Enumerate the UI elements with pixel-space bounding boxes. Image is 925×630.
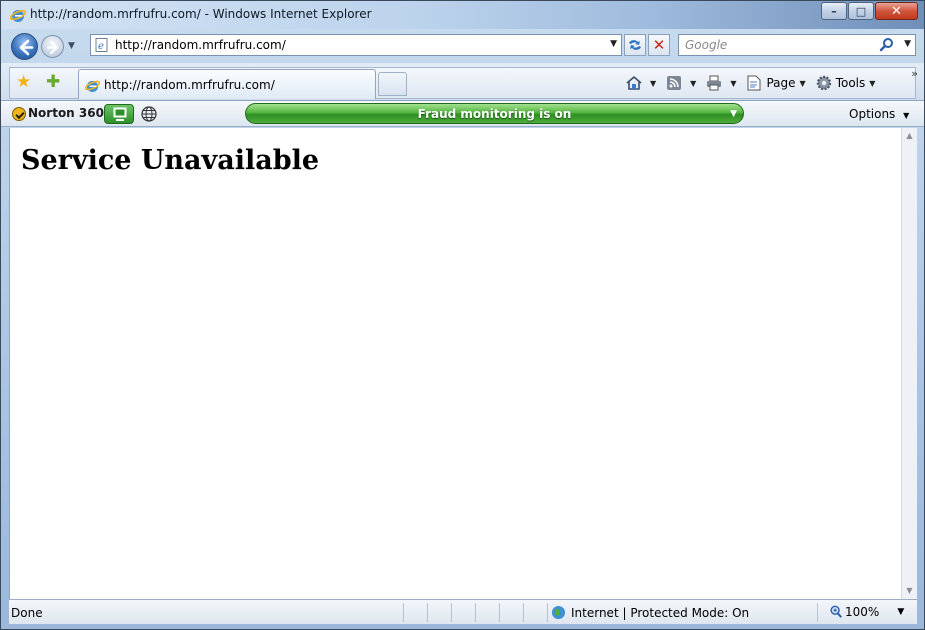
close-icon: ✕ xyxy=(891,3,902,19)
address-bar[interactable]: e http://random.mrfrufru.com/ ▼ xyxy=(90,34,622,56)
minimize-icon: – xyxy=(831,4,837,18)
page-content: Service Unavailable xyxy=(9,128,901,599)
norton-options-button[interactable]: Options ▼ xyxy=(849,107,909,121)
scroll-down-icon[interactable]: ▼ xyxy=(902,583,917,599)
page-dropdown-icon[interactable]: ▼ xyxy=(800,79,806,88)
status-separator xyxy=(523,603,524,622)
add-to-favorites-icon[interactable]: ✚ xyxy=(46,72,60,92)
security-zone[interactable]: Internet | Protected Mode: On xyxy=(551,605,749,620)
forward-arrow-icon xyxy=(46,40,59,55)
computer-icon xyxy=(113,107,127,121)
zoom-dropdown-icon[interactable]: ▼ xyxy=(897,607,904,617)
zoom-level-button[interactable]: 100% ▼ xyxy=(829,605,904,619)
vertical-scrollbar[interactable]: ▲ ▼ xyxy=(901,128,917,599)
status-bar: Done Internet | Protected Mode: On 100% … xyxy=(9,599,917,624)
page-menu-label: Page xyxy=(766,76,796,90)
status-separator xyxy=(427,603,428,622)
home-icon xyxy=(626,75,642,90)
status-separator xyxy=(817,603,818,622)
rss-feed-icon xyxy=(667,76,682,90)
close-button[interactable]: ✕ xyxy=(875,2,918,20)
stop-icon: ✕ xyxy=(652,36,666,54)
window-title: http://random.mrfrufru.com/ - Windows In… xyxy=(30,7,372,21)
feeds-dropdown-icon[interactable]: ▼ xyxy=(690,79,696,88)
status-separator xyxy=(499,603,500,622)
tab-active[interactable]: http://random.mrfrufru.com/ xyxy=(78,69,376,99)
page-heading: Service Unavailable xyxy=(21,145,320,176)
search-placeholder: Google xyxy=(685,38,728,52)
status-text: Done xyxy=(11,606,43,620)
refresh-button[interactable] xyxy=(624,34,646,56)
fraud-monitoring-bar[interactable]: Fraud monitoring is on ▼ xyxy=(245,103,744,124)
back-arrow-icon xyxy=(19,39,34,56)
page-favicon-icon: e xyxy=(95,38,108,52)
norton-name: Norton 360 xyxy=(28,106,104,120)
norton-logo-icon xyxy=(12,107,26,121)
maximize-button[interactable]: □ xyxy=(848,2,874,20)
feeds-button[interactable]: ▼ xyxy=(665,74,696,92)
zone-text: Internet | Protected Mode: On xyxy=(571,605,750,620)
search-provider-dropdown-icon[interactable]: ▼ xyxy=(904,39,911,49)
window-controls: – □ ✕ xyxy=(820,2,918,21)
home-button[interactable]: ▼ xyxy=(625,74,656,92)
globe-icon xyxy=(141,106,157,122)
norton-pc-button[interactable] xyxy=(104,104,134,124)
search-box[interactable]: Google ▼ xyxy=(678,34,916,56)
printer-icon xyxy=(707,75,722,91)
tools-menu-label: Tools xyxy=(835,76,866,90)
status-separator xyxy=(547,603,548,622)
tools-dropdown-icon[interactable]: ▼ xyxy=(869,79,875,88)
tab-ie-icon xyxy=(85,80,100,93)
options-dropdown-icon: ▼ xyxy=(903,111,910,120)
page-icon xyxy=(747,75,761,91)
status-separator xyxy=(475,603,476,622)
tab-command-row: ★ ✚ http://random.mrfrufru.com/ ▼ ▼ ▼ Pa… xyxy=(1,63,924,101)
stop-button[interactable]: ✕ xyxy=(648,34,670,56)
print-dropdown-icon[interactable]: ▼ xyxy=(730,79,736,88)
norton-options-label: Options xyxy=(849,107,896,121)
gear-icon xyxy=(816,75,831,91)
address-dropdown-icon[interactable]: ▼ xyxy=(610,39,617,49)
forward-button[interactable] xyxy=(41,35,64,58)
internet-zone-icon xyxy=(551,605,566,620)
norton-toolbar: Norton 360 Fraud monitoring is on ▼ Opti… xyxy=(1,101,924,127)
print-button[interactable]: ▼ xyxy=(705,74,736,92)
ie-logo-icon xyxy=(10,9,26,22)
zoom-level-text: 100% xyxy=(845,605,880,619)
status-separator xyxy=(451,603,452,622)
new-tab-button[interactable] xyxy=(378,72,407,96)
scroll-up-icon[interactable]: ▲ xyxy=(902,128,917,144)
title-bar[interactable]: http://random.mrfrufru.com/ - Windows In… xyxy=(1,1,924,29)
zoom-icon xyxy=(830,605,842,618)
command-bar: ▼ ▼ ▼ Page ▼ Tools ▼ xyxy=(625,69,884,97)
back-button[interactable] xyxy=(11,33,38,60)
favorites-center-icon[interactable]: ★ xyxy=(16,72,31,92)
maximize-icon: □ xyxy=(855,4,867,18)
search-icon[interactable] xyxy=(879,37,895,53)
fraud-dropdown-icon[interactable]: ▼ xyxy=(730,109,737,119)
status-separator xyxy=(403,603,404,622)
minimize-button[interactable]: – xyxy=(821,2,847,20)
page-menu-button[interactable]: Page ▼ xyxy=(745,74,806,92)
fraud-monitoring-status: Fraud monitoring is on xyxy=(417,107,572,121)
recent-pages-dropdown-icon[interactable]: ▼ xyxy=(68,41,75,51)
tools-menu-button[interactable]: Tools ▼ xyxy=(815,74,875,92)
svg-text:e: e xyxy=(98,41,104,52)
address-url[interactable]: http://random.mrfrufru.com/ xyxy=(115,38,286,52)
more-commands-icon[interactable]: » xyxy=(911,67,918,80)
refresh-icon xyxy=(629,40,641,50)
ie-window: http://random.mrfrufru.com/ - Windows In… xyxy=(0,0,925,630)
home-dropdown-icon[interactable]: ▼ xyxy=(650,79,656,88)
norton-web-button[interactable] xyxy=(139,105,159,123)
tab-label: http://random.mrfrufru.com/ xyxy=(104,78,275,92)
address-row: ▼ e http://random.mrfrufru.com/ ▼ ✕ Goog… xyxy=(1,29,924,63)
